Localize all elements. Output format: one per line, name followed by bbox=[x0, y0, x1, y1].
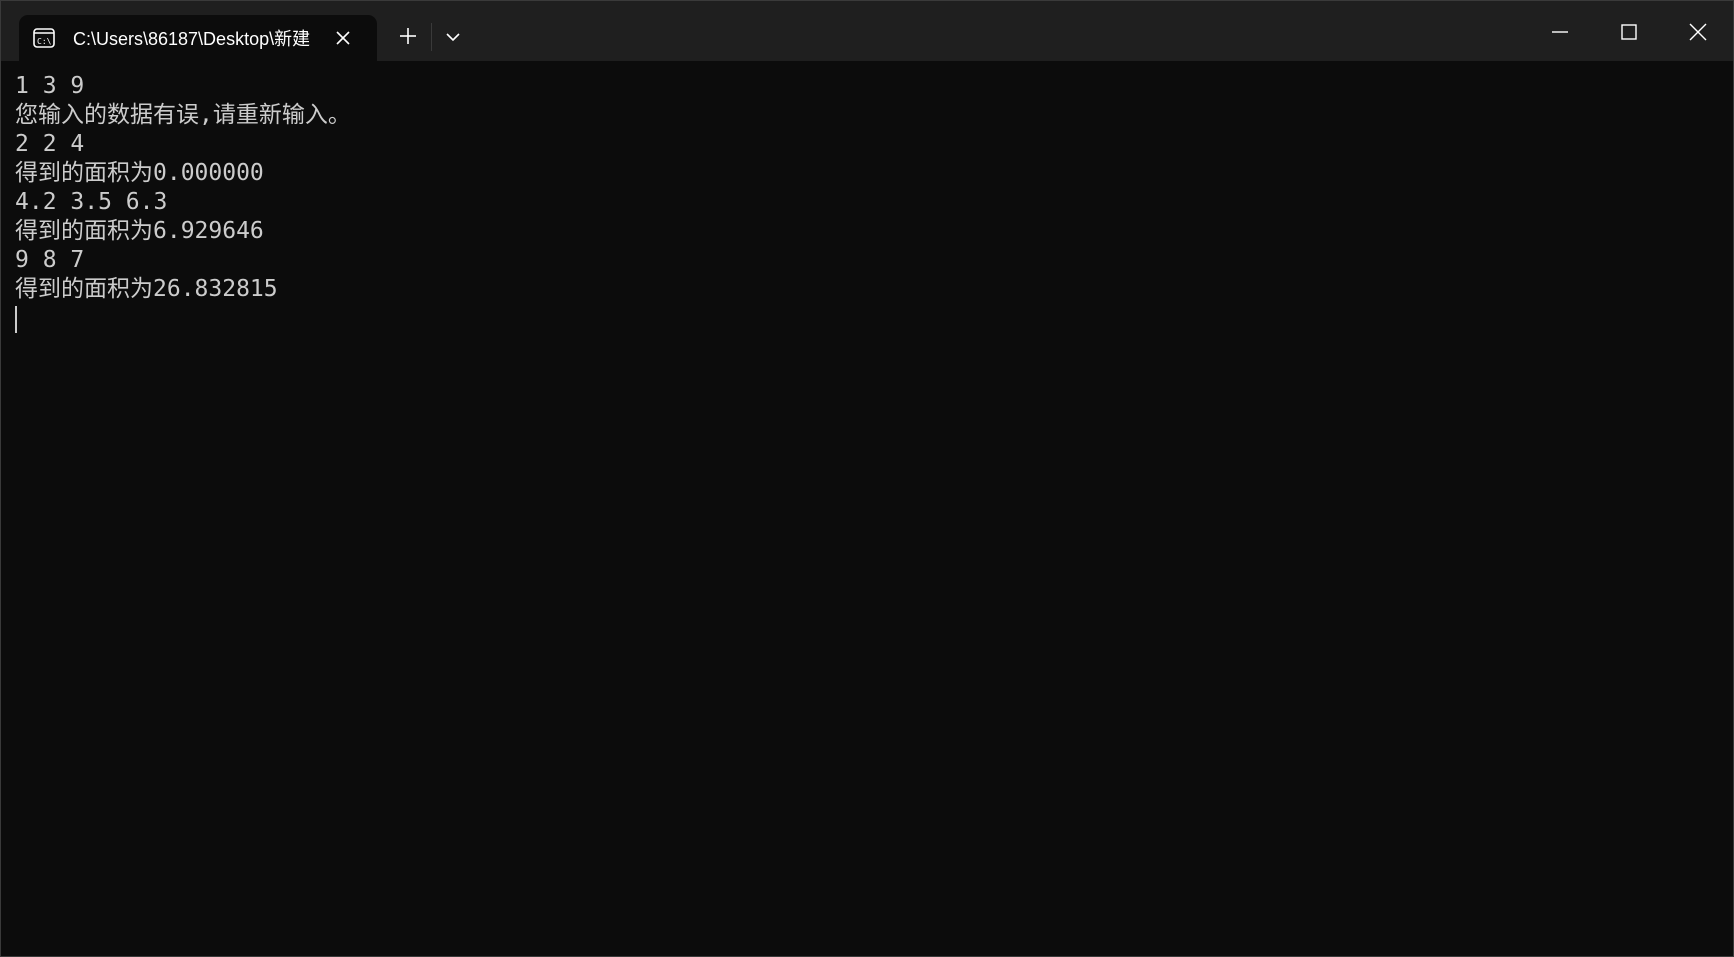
close-icon bbox=[1689, 23, 1707, 41]
profile-dropdown-button[interactable] bbox=[438, 23, 468, 51]
minimize-icon bbox=[1552, 31, 1568, 33]
tab-close-icon[interactable] bbox=[333, 28, 353, 48]
maximize-button[interactable] bbox=[1606, 13, 1652, 51]
console-line: 2 2 4 bbox=[15, 131, 85, 157]
console-line: 1 3 9 bbox=[15, 73, 85, 99]
terminal-icon: C:\ bbox=[32, 27, 56, 49]
new-tab-button[interactable] bbox=[393, 21, 423, 51]
console-output[interactable]: 1 3 9 您输入的数据有误,请重新输入。 2 2 4 得到的面积为0.0000… bbox=[15, 72, 1715, 942]
console-line: 得到的面积为26.832815 bbox=[15, 276, 278, 302]
titlebar-divider bbox=[431, 23, 432, 51]
terminal-window: C:\ C:\Users\86187\Desktop\新建 1 3 9 您输入的… bbox=[0, 0, 1734, 957]
tab-console[interactable]: C:\ C:\Users\86187\Desktop\新建 bbox=[19, 15, 377, 61]
console-line: 9 8 7 bbox=[15, 247, 85, 273]
title-bar[interactable]: C:\ C:\Users\86187\Desktop\新建 bbox=[1, 1, 1733, 61]
console-line: 得到的面积为0.000000 bbox=[15, 160, 264, 186]
console-line: 4.2 3.5 6.3 bbox=[15, 189, 168, 215]
console-line: 您输入的数据有误,请重新输入。 bbox=[15, 102, 351, 128]
console-line: 得到的面积为6.929646 bbox=[15, 218, 264, 244]
plus-icon bbox=[400, 28, 416, 44]
minimize-button[interactable] bbox=[1537, 13, 1583, 51]
text-cursor bbox=[15, 306, 17, 333]
maximize-icon bbox=[1621, 24, 1637, 40]
close-button[interactable] bbox=[1675, 13, 1721, 51]
tab-title: C:\Users\86187\Desktop\新建 bbox=[73, 29, 311, 49]
svg-text:C:\: C:\ bbox=[37, 37, 52, 46]
chevron-down-icon bbox=[446, 33, 460, 42]
